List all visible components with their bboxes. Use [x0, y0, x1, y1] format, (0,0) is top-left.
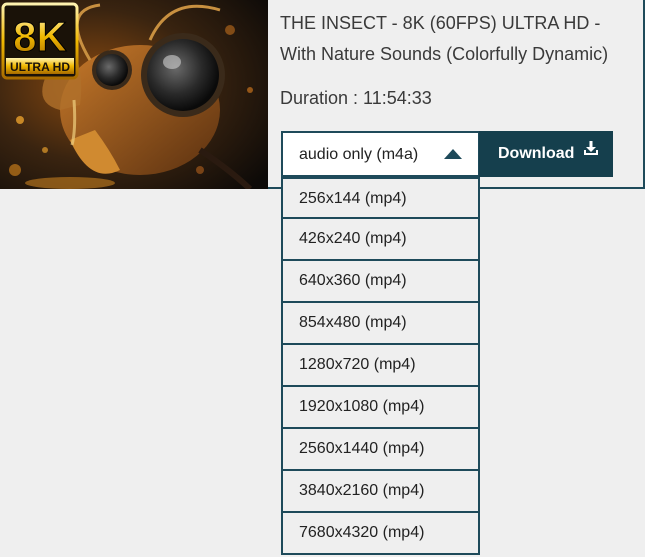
format-option[interactable]: 1280x720 (mp4): [281, 345, 480, 387]
format-option[interactable]: 256x144 (mp4): [281, 177, 480, 219]
svg-text:8K: 8K: [13, 13, 67, 60]
caret-up-icon: [444, 149, 462, 159]
format-options-list: 256x144 (mp4) 426x240 (mp4) 640x360 (mp4…: [281, 177, 480, 555]
format-option[interactable]: 7680x4320 (mp4): [281, 513, 480, 555]
thumbnail-image: 8K ULTRA HD: [0, 0, 268, 189]
download-icon: [583, 129, 599, 175]
video-thumbnail: 8K ULTRA HD: [0, 0, 268, 189]
format-option[interactable]: 1920x1080 (mp4): [281, 387, 480, 429]
format-select-value: audio only (m4a): [299, 146, 419, 163]
video-duration: Duration : 11:54:33: [280, 88, 432, 108]
format-option[interactable]: 854x480 (mp4): [281, 303, 480, 345]
svg-text:ULTRA HD: ULTRA HD: [10, 60, 70, 74]
8k-badge-logo: 8K ULTRA HD: [1, 2, 79, 80]
format-option[interactable]: 2560x1440 (mp4): [281, 429, 480, 471]
format-option[interactable]: 3840x2160 (mp4): [281, 471, 480, 513]
format-select[interactable]: audio only (m4a): [281, 131, 480, 177]
format-option[interactable]: 426x240 (mp4): [281, 219, 480, 261]
format-option[interactable]: 640x360 (mp4): [281, 261, 480, 303]
download-button[interactable]: Download: [479, 131, 613, 177]
download-button-label: Download: [498, 145, 575, 162]
video-title: THE INSECT - 8K (60FPS) ULTRA HD - With …: [280, 13, 609, 64]
